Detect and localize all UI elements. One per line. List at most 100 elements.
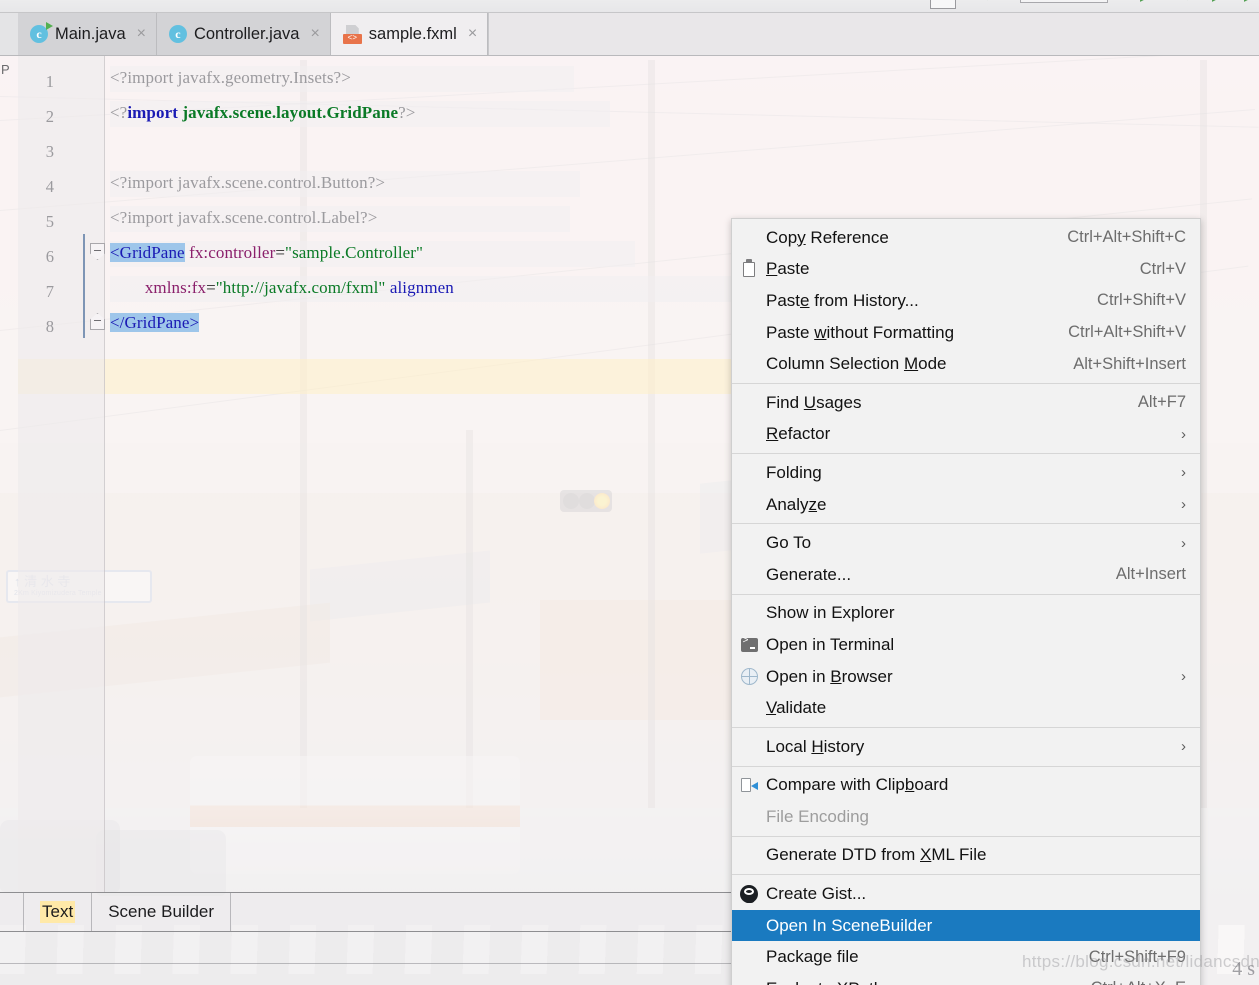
code-editor[interactable]: P 1 2 3 4 5 6 7 8 <?import javafx.geomet… xyxy=(0,56,731,892)
close-icon[interactable]: × xyxy=(137,25,146,43)
view-tabs-leading-pad xyxy=(0,893,24,931)
menu-item-label: Open in Browser xyxy=(766,666,893,686)
fold-collapse-end-icon[interactable] xyxy=(90,313,105,330)
coverage-icon[interactable]: ▶ xyxy=(1212,0,1224,3)
code-token: = xyxy=(275,243,286,262)
no-icon xyxy=(738,425,760,443)
menu-item-local-history[interactable]: Local History › xyxy=(732,731,1200,763)
corner-status-text: 4 s xyxy=(1232,958,1255,980)
tab-label: sample.fxml xyxy=(368,24,457,43)
menu-item-shortcut: Ctrl+Alt+Shift+V xyxy=(1068,323,1186,342)
tab-bar-filler xyxy=(488,13,1259,55)
run-icon[interactable]: ▶ xyxy=(1140,0,1152,3)
menu-item-validate[interactable]: Validate xyxy=(732,692,1200,724)
no-icon xyxy=(738,496,760,514)
menu-item-shortcut: Ctrl+Alt+X, E xyxy=(1069,979,1186,985)
menu-item-create-gist[interactable]: Create Gist... xyxy=(732,878,1200,910)
github-icon xyxy=(738,885,760,904)
menu-item-refactor[interactable]: Refactor › xyxy=(732,419,1200,451)
no-icon xyxy=(738,699,760,717)
close-icon[interactable]: × xyxy=(468,25,477,43)
menu-item-folding[interactable]: Folding › xyxy=(732,457,1200,489)
menu-item-label: Generate... xyxy=(766,564,852,584)
tab-controller-java[interactable]: c Controller.java × xyxy=(156,13,331,55)
menu-item-shortcut: Alt+F7 xyxy=(1137,393,1186,412)
code-token: alignmen xyxy=(389,278,454,297)
menu-item-label: Compare with Clipboard xyxy=(766,775,949,795)
tab-sample-fxml[interactable]: <> sample.fxml × xyxy=(330,13,489,55)
menu-item-find-usages[interactable]: Find Usages Alt+F7 xyxy=(732,387,1200,419)
menu-item-paste-from-history[interactable]: Paste from History... Ctrl+Shift+V xyxy=(732,285,1200,317)
no-icon xyxy=(738,394,760,412)
chevron-right-icon: › xyxy=(1181,464,1186,482)
debug-icon[interactable]: ▼ xyxy=(1180,0,1195,3)
menu-item-label: Paste xyxy=(766,259,810,279)
menu-separator xyxy=(732,726,1200,728)
menu-item-open-in-browser[interactable]: Open in Browser › xyxy=(732,661,1200,693)
menu-item-generate-dtd-from-xml-file[interactable]: Generate DTD from XML File xyxy=(732,840,1200,872)
view-tab-text[interactable]: Text xyxy=(24,893,93,931)
menu-item-open-in-scenebuilder[interactable]: Open In SceneBuilder xyxy=(732,909,1200,942)
menu-item-label: Copy Reference xyxy=(766,227,889,247)
menu-item-generate[interactable]: Generate... Alt+Insert xyxy=(732,559,1200,591)
tab-main-java[interactable]: c Main.java × xyxy=(18,13,157,55)
no-icon xyxy=(738,808,760,826)
code-token: </GridPane> xyxy=(110,313,200,332)
no-icon xyxy=(738,566,760,584)
tab-label: Main.java xyxy=(55,24,126,43)
bottom-divider xyxy=(0,963,731,964)
code-token: javafx.scene.control.Button?> xyxy=(177,173,386,192)
java-class-runnable-icon: c xyxy=(30,22,53,43)
menu-item-label: File Encoding xyxy=(766,806,870,826)
line-number: 5 xyxy=(45,212,54,231)
menu-item-column-selection-mode[interactable]: Column Selection Mode Alt+Shift+Insert xyxy=(732,348,1200,380)
line-number: 8 xyxy=(45,317,54,336)
menu-item-shortcut: Ctrl+Alt+Shift+C xyxy=(1067,228,1186,247)
menu-item-paste-without-formatting[interactable]: Paste without Formatting Ctrl+Alt+Shift+… xyxy=(732,317,1200,349)
code-block-indent-guide xyxy=(83,234,85,338)
chevron-right-icon: › xyxy=(1181,496,1186,514)
code-line-7: xmlns:fx="http://javafx.com/fxml" alignm… xyxy=(110,278,454,298)
menu-item-label: Find Usages xyxy=(766,392,862,412)
run-configuration-selector[interactable]: Main xyxy=(1020,0,1108,3)
menu-item-analyze[interactable]: Analyze › xyxy=(732,489,1200,521)
menu-item-label: Validate xyxy=(766,698,827,718)
open-icon[interactable] xyxy=(930,0,956,9)
menu-item-label: Create Gist... xyxy=(766,884,867,904)
java-class-icon: c xyxy=(168,25,187,43)
editor-gutter[interactable]: 1 2 3 4 5 6 7 8 xyxy=(18,56,105,892)
main-toolbar[interactable]: ▼ Main ▶ ▼ ▶ ▶ xyxy=(0,0,1259,13)
chevron-down-icon[interactable]: ▼ xyxy=(980,0,995,3)
menu-item-paste[interactable]: Paste Ctrl+V xyxy=(732,254,1200,286)
menu-item-label: Evaluate XPath... xyxy=(766,979,1069,985)
code-token: javafx.geometry.Insets?> xyxy=(177,68,351,87)
close-icon[interactable]: × xyxy=(310,25,319,43)
no-icon xyxy=(738,464,760,482)
menu-separator xyxy=(732,835,1200,837)
code-line-4: <?import javafx.scene.control.Button?> xyxy=(110,173,385,193)
view-tab-scene-builder[interactable]: Scene Builder xyxy=(92,893,232,931)
editor-context-menu[interactable]: Copy Reference Ctrl+Alt+Shift+C Paste Ct… xyxy=(731,218,1201,985)
menu-item-copy-reference[interactable]: Copy Reference Ctrl+Alt+Shift+C xyxy=(732,222,1200,254)
code-token: = xyxy=(206,278,216,297)
menu-item-go-to[interactable]: Go To › xyxy=(732,527,1200,559)
menu-separator xyxy=(732,593,1200,595)
fold-collapse-icon[interactable] xyxy=(90,243,105,260)
menu-item-show-in-explorer[interactable]: Show in Explorer xyxy=(732,598,1200,630)
project-tool-window-label[interactable]: P xyxy=(1,62,10,77)
editor-tab-bar[interactable]: c Main.java × c Controller.java × <> sam… xyxy=(0,13,1259,56)
menu-item-label: Generate DTD from XML File xyxy=(766,845,987,865)
editor-view-tabs[interactable]: Text Scene Builder xyxy=(0,892,731,932)
view-tab-label: Scene Builder xyxy=(108,902,215,921)
menu-item-compare-with-clipboard[interactable]: Compare with Clipboard xyxy=(732,770,1200,802)
menu-item-open-in-terminal[interactable]: Open in Terminal xyxy=(732,629,1200,661)
line-number: 2 xyxy=(45,107,54,126)
code-text-area[interactable]: <?import javafx.geometry.Insets?> <?impo… xyxy=(106,56,731,892)
no-icon xyxy=(738,917,760,935)
menu-item-evaluate-xpath[interactable]: Evaluate XPath... Ctrl+Alt+X, E xyxy=(732,973,1200,985)
code-token: <?import xyxy=(110,208,178,227)
menu-item-label: Paste from History... xyxy=(766,290,919,310)
menu-separator xyxy=(732,874,1200,876)
profile-icon[interactable]: ▶ xyxy=(1244,0,1256,3)
